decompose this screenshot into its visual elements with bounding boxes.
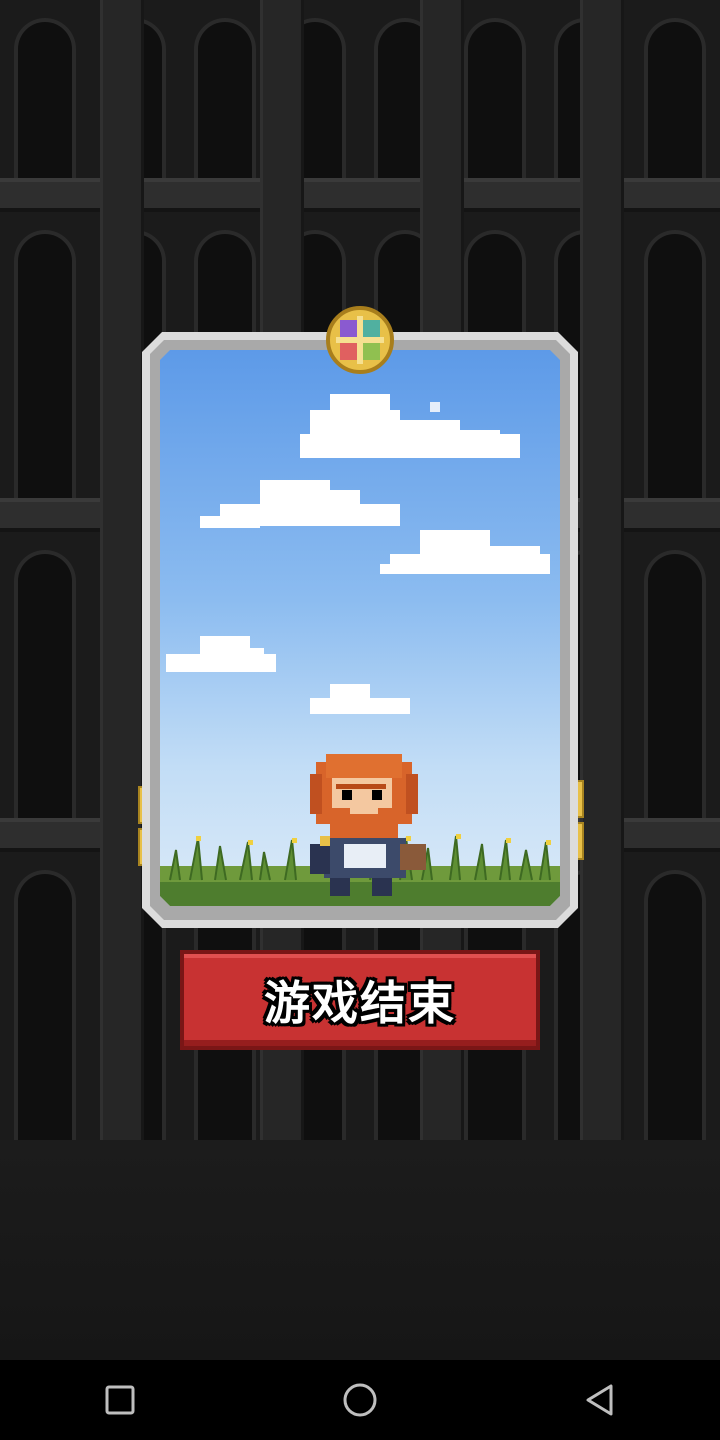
recent-apps-button[interactable] [90,1370,150,1430]
character-card [142,332,578,928]
cloud [300,394,520,458]
home-button[interactable] [330,1370,390,1430]
game-over-label: 游戏结束 [264,976,456,1030]
cloud [166,636,276,672]
cloud [380,530,550,574]
back-button[interactable] [570,1370,630,1430]
cloud [310,684,410,714]
scene-illustration [160,350,560,906]
system-nav-bar [0,1360,720,1440]
triangle-back-icon [586,1384,613,1416]
emblem-icon [326,306,394,374]
cloud [200,480,400,528]
floor-shadow [0,1140,720,1360]
card-sky-scene [160,350,560,906]
square-icon [105,1385,135,1415]
game-over-button[interactable]: 游戏结束 [180,950,540,1050]
circle-icon [343,1383,377,1417]
